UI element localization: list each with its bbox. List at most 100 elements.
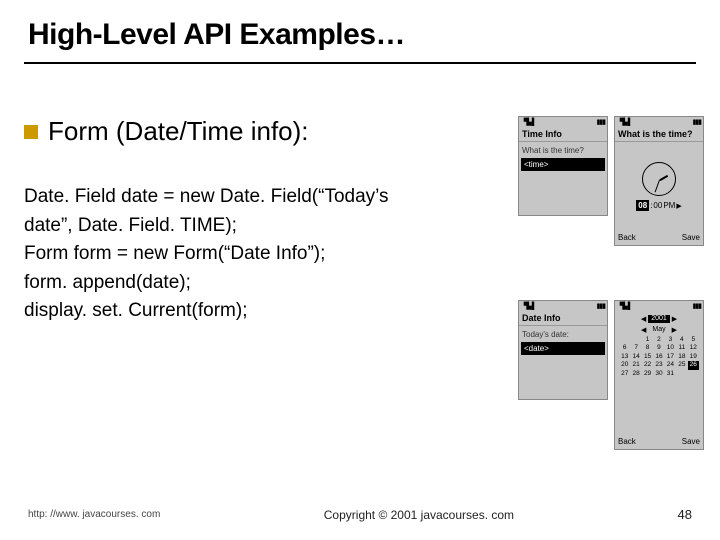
page-number: 48: [678, 507, 692, 522]
softkey-back: Back: [618, 437, 636, 446]
slide-title: High-Level API Examples…: [0, 0, 720, 52]
calendar-day: 31: [665, 370, 676, 378]
chevron-right-icon: ▶: [672, 315, 677, 323]
arrow-right-icon: ▶: [676, 202, 681, 210]
phone-status-bar: ▝▙▌ ▮▮▮: [519, 301, 607, 311]
calendar-day: 21: [630, 361, 641, 369]
form-label: What is the time?: [521, 144, 605, 158]
calendar-day: 8: [642, 344, 653, 352]
phone-clock: ▝▙▌ ▮▮▮ What is the time? 08 : 00 PM ▶ B…: [614, 116, 704, 246]
chevron-left-icon: ◀: [641, 315, 646, 323]
selected-value: <time>: [521, 158, 605, 171]
calendar-day: 6: [619, 344, 630, 352]
battery-icon: ▮▮▮: [596, 302, 605, 310]
battery-icon: ▮▮▮: [692, 118, 701, 126]
phone-title: Date Info: [519, 311, 607, 326]
calendar-day: 27: [619, 370, 630, 378]
footer-copyright: Copyright © 2001 javacourses. com: [324, 508, 514, 522]
content-area: Form (Date/Time info): Date. Field date …: [24, 116, 504, 326]
calendar-body: ◀ 2001 ▶ ◀ May ▶ 12345678910111213141516…: [615, 311, 703, 435]
calendar-day: 13: [619, 353, 630, 361]
calendar-day: 7: [630, 344, 641, 352]
calendar-day: 11: [676, 344, 687, 352]
calendar-day: [676, 370, 687, 378]
code-line: form. append(date);: [24, 269, 504, 298]
minute: 00: [653, 201, 662, 210]
phone-title: What is the time?: [615, 127, 703, 142]
phone-date-info: ▝▙▌ ▮▮▮ Date Info Today's date: <date>: [518, 300, 608, 400]
phone-time-info: ▝▙▌ ▮▮▮ Time Info What is the time? <tim…: [518, 116, 608, 216]
calendar-day: [688, 370, 699, 378]
calendar-month-row: ◀ May ▶: [617, 325, 701, 335]
softkey-back: Back: [618, 233, 636, 242]
signal-icon: ▝▙▌: [521, 302, 537, 310]
softkey-save: Save: [682, 437, 700, 446]
colon: :: [650, 201, 652, 210]
calendar-day: 23: [653, 361, 664, 369]
calendar-day: 29: [642, 370, 653, 378]
calendar-day: 5: [688, 336, 699, 344]
calendar-day: 28: [630, 370, 641, 378]
code-line: display. set. Current(form);: [24, 297, 504, 326]
minute-hand: [655, 180, 660, 193]
calendar-day: 26: [688, 361, 699, 369]
calendar-day: 15: [642, 353, 653, 361]
calendar-day: 25: [676, 361, 687, 369]
calendar-day: [630, 336, 641, 344]
code-line: date”, Date. Field. TIME);: [24, 212, 504, 241]
bullet-text: Form (Date/Time info):: [48, 116, 309, 147]
calendar-month: May: [652, 326, 665, 334]
phone-status-bar: ▝▙▌ ▮▮▮: [615, 301, 703, 311]
digital-time: 08 : 00 PM ▶: [636, 200, 681, 211]
title-underline: [24, 62, 696, 64]
calendar-day: 12: [688, 344, 699, 352]
signal-icon: ▝▙▌: [617, 118, 633, 126]
calendar-day: 18: [676, 353, 687, 361]
chevron-left-icon: ◀: [641, 326, 646, 334]
calendar-grid: 1234567891011121314151617181920212223242…: [617, 335, 701, 380]
clock-face-icon: [642, 162, 676, 196]
chevron-right-icon: ▶: [672, 326, 677, 334]
battery-icon: ▮▮▮: [596, 118, 605, 126]
calendar-day: 20: [619, 361, 630, 369]
calendar-day: [619, 336, 630, 344]
bullet-row: Form (Date/Time info):: [24, 116, 504, 147]
bottom-phone-row: ▝▙▌ ▮▮▮ Date Info Today's date: <date> ▝…: [518, 300, 704, 450]
form-label: Today's date:: [521, 328, 605, 342]
phone-body: Today's date: <date>: [519, 326, 607, 399]
code-line: Form form = new Form(“Date Info”);: [24, 240, 504, 269]
hour-box: 08: [636, 200, 649, 211]
code-line: Date. Field date = new Date. Field(“Toda…: [24, 183, 504, 212]
signal-icon: ▝▙▌: [521, 118, 537, 126]
calendar-day: 9: [653, 344, 664, 352]
calendar-day: 1: [642, 336, 653, 344]
softkeys: Back Save: [615, 231, 703, 245]
ampm: PM: [663, 201, 675, 210]
softkeys: Back Save: [615, 435, 703, 449]
softkey-save: Save: [682, 233, 700, 242]
calendar-day: 22: [642, 361, 653, 369]
slide-footer: http: //www. javacourses. com Copyright …: [0, 507, 720, 522]
calendar-day: 16: [653, 353, 664, 361]
phone-status-bar: ▝▙▌ ▮▮▮: [615, 117, 703, 127]
bullet-icon: [24, 125, 38, 139]
signal-icon: ▝▙▌: [617, 302, 633, 310]
battery-icon: ▮▮▮: [692, 302, 701, 310]
calendar-day: 24: [665, 361, 676, 369]
selected-value: <date>: [521, 342, 605, 355]
calendar-day: 10: [665, 344, 676, 352]
calendar-day: 17: [665, 353, 676, 361]
calendar-year-row: ◀ 2001 ▶: [617, 313, 701, 325]
clock-body: 08 : 00 PM ▶: [615, 142, 703, 231]
phone-status-bar: ▝▙▌ ▮▮▮: [519, 117, 607, 127]
hour-hand: [659, 175, 668, 181]
calendar-year: 2001: [648, 315, 670, 323]
code-block: Date. Field date = new Date. Field(“Toda…: [24, 183, 504, 326]
calendar-day: 4: [676, 336, 687, 344]
calendar-day: 2: [653, 336, 664, 344]
phone-title: Time Info: [519, 127, 607, 142]
phone-calendar: ▝▙▌ ▮▮▮ ◀ 2001 ▶ ◀ May ▶ 123456789101112…: [614, 300, 704, 450]
calendar-day: 3: [665, 336, 676, 344]
top-phone-row: ▝▙▌ ▮▮▮ Time Info What is the time? <tim…: [518, 116, 704, 246]
phone-body: What is the time? <time>: [519, 142, 607, 215]
